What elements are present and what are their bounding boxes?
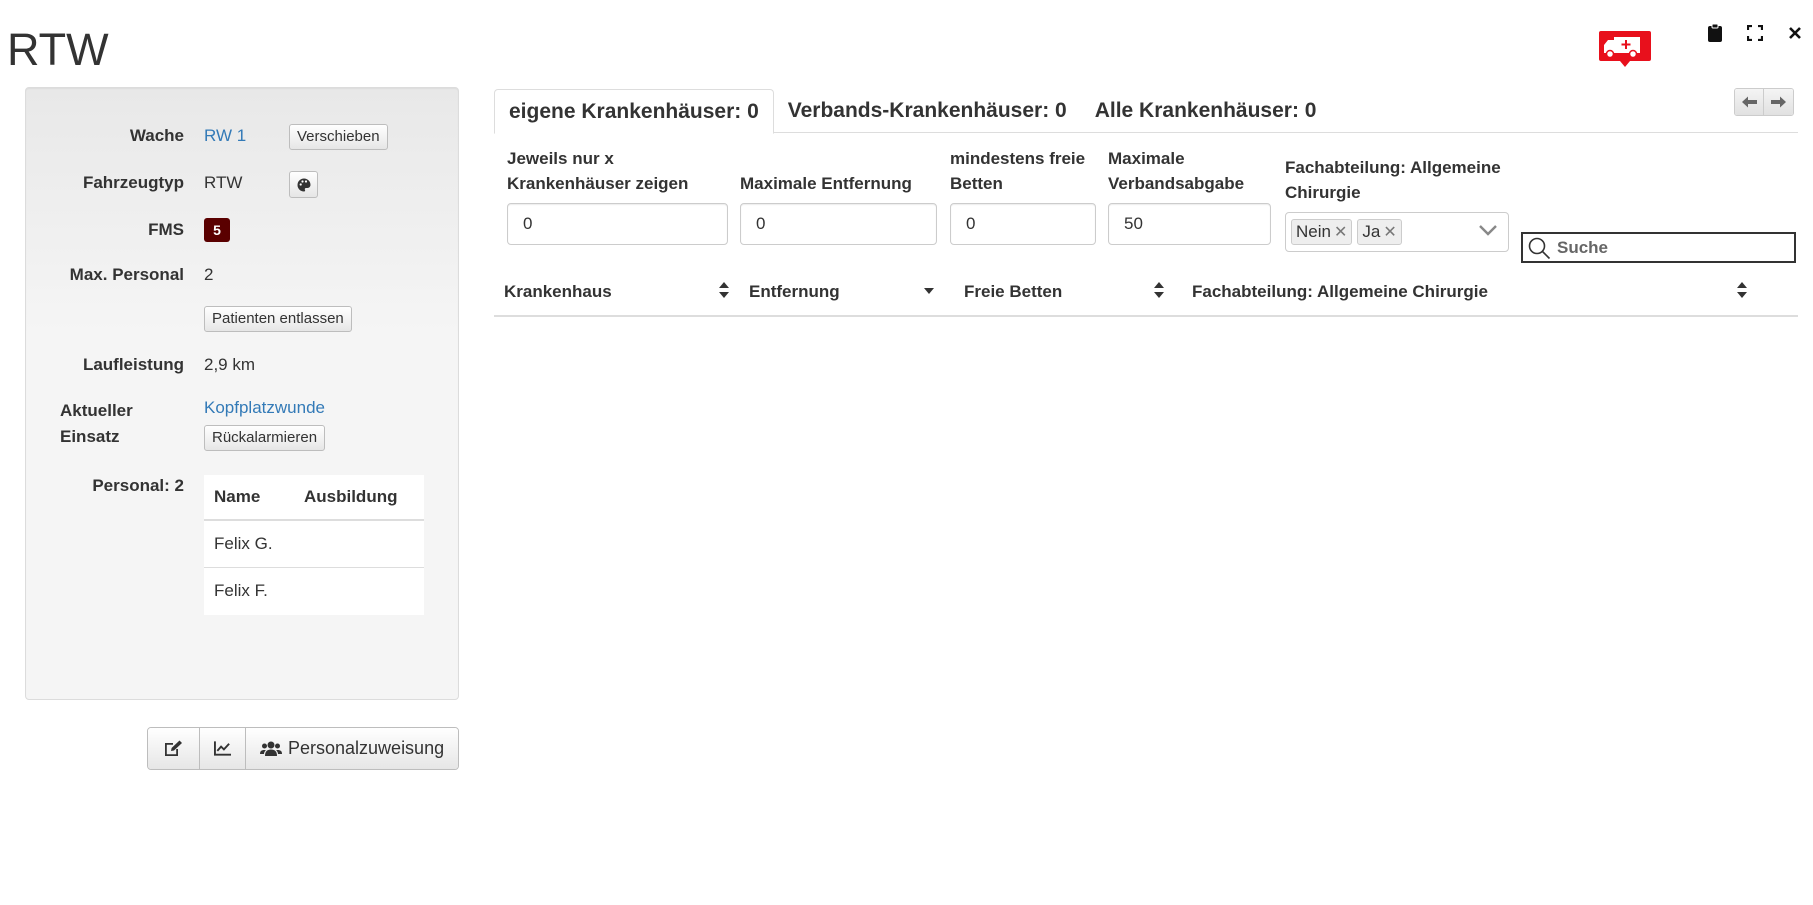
limit-filter: Jeweils nur x Krankenhäuser zeigen [507, 146, 728, 245]
users-icon [260, 741, 282, 756]
beds-filter: mindestens freie Betten [950, 146, 1096, 245]
crew-training [293, 567, 424, 615]
table-row: Felix G. [204, 519, 424, 568]
fms-status-badge: 5 [204, 218, 230, 242]
prev-next-arrows [1734, 88, 1794, 116]
search-field [1521, 232, 1796, 263]
tab-alliance-hospitals[interactable]: Verbands-Krankenhäuser: 0 [774, 89, 1081, 132]
remove-chip-icon[interactable]: ✕ [1334, 222, 1347, 242]
stats-button[interactable] [200, 728, 246, 769]
chip-nein: Nein ✕ [1291, 219, 1353, 245]
limit-input[interactable] [507, 203, 728, 245]
fee-filter: Maximale Verbandsabgabe [1108, 146, 1271, 245]
column-hospital[interactable]: Krankenhaus [494, 273, 739, 317]
tab-own-hospitals[interactable]: eigene Krankenhäuser: 0 [494, 89, 774, 134]
fee-input[interactable] [1108, 203, 1271, 245]
tab-all-hospitals[interactable]: Alle Krankenhäuser: 0 [1081, 89, 1331, 132]
max-personal-label: Max. Personal [69, 265, 184, 284]
hospital-tabs: eigene Krankenhäuser: 0 Verbands-Kranken… [494, 89, 1798, 134]
fullscreen-icon[interactable] [1735, 20, 1775, 46]
vehicle-type-label: Fahrzeugtyp [82, 173, 184, 192]
mission-link[interactable]: Kopfplatzwunde [204, 398, 325, 418]
distance-label: Maximale Entfernung [740, 174, 912, 193]
crew-header-training: Ausbildung [293, 475, 424, 521]
mission-label: Aktueller Einsatz [60, 401, 133, 446]
crew-label: Personal: 2 [92, 476, 184, 495]
crew-name: Felix F. [204, 567, 294, 615]
palette-icon[interactable] [289, 171, 318, 198]
department-select[interactable]: Nein ✕ Ja ✕ [1285, 212, 1509, 252]
sort-desc-icon [924, 288, 934, 294]
search-input[interactable] [1555, 236, 1785, 259]
remove-chip-icon[interactable]: ✕ [1383, 222, 1396, 242]
vehicle-type-value: RTW [204, 173, 243, 192]
distance-filter: Maximale Entfernung [740, 146, 937, 245]
clipboard-icon[interactable] [1695, 20, 1735, 46]
move-button[interactable]: Verschieben [289, 124, 388, 150]
staffing-label: Personalzuweisung [288, 738, 445, 758]
department-label: Fachabteilung: Allgemeine Chirurgie [1285, 158, 1501, 202]
wache-label: Wache [129, 126, 184, 145]
arrow-right-icon[interactable] [1764, 89, 1793, 115]
fee-label: Maximale Verbandsabgabe [1108, 149, 1245, 193]
vehicle-actions: Personalzuweisung [147, 727, 460, 770]
max-personal-value: 2 [204, 265, 214, 284]
line-chart-icon [214, 741, 231, 756]
chevron-down-icon[interactable] [1478, 223, 1498, 237]
arrow-left-icon[interactable] [1735, 89, 1764, 115]
table-row: Felix F. [204, 567, 424, 615]
column-free-beds[interactable]: Freie Betten [954, 273, 1182, 317]
close-icon[interactable] [1775, 20, 1813, 46]
staffing-button[interactable]: Personalzuweisung [246, 728, 459, 769]
edit-icon [165, 740, 182, 756]
column-distance[interactable]: Entfernung [739, 273, 954, 317]
sort-icon [1154, 282, 1164, 298]
crew-table: Name Ausbildung Felix G. Felix F. [204, 475, 424, 615]
sort-icon [1737, 282, 1747, 298]
fms-label: FMS [148, 220, 184, 239]
vehicle-info-panel: Wache RW 1 Verschieben Fahrzeugtyp RTW F… [25, 87, 459, 700]
ambulance-marker-icon [1599, 31, 1651, 67]
distance-input[interactable] [740, 203, 937, 245]
sort-icon [719, 282, 729, 298]
mileage-label: Laufleistung [82, 355, 184, 374]
beds-input[interactable] [950, 203, 1096, 245]
mileage-value: 2,9 km [204, 355, 256, 374]
crew-name: Felix G. [204, 519, 294, 568]
beds-label: mindestens freie Betten [950, 149, 1086, 193]
page-title: RTW [7, 24, 109, 75]
recall-button[interactable]: Rückalarmieren [204, 425, 326, 451]
edit-button[interactable] [148, 728, 200, 769]
crew-header-name: Name [204, 475, 294, 521]
column-department[interactable]: Fachabteilung: Allgemeine Chirurgie [1182, 273, 1762, 317]
release-patients-button[interactable]: Patienten entlassen [204, 306, 352, 332]
wache-link[interactable]: RW 1 [204, 126, 246, 146]
chip-ja: Ja ✕ [1357, 219, 1402, 245]
hospital-table-header: Krankenhaus Entfernung Freie Betten Fach… [494, 273, 1798, 317]
department-filter: Fachabteilung: Allgemeine Chirurgie [1285, 155, 1501, 205]
crew-training [293, 519, 424, 568]
search-icon [1528, 237, 1551, 259]
limit-label: Jeweils nur x Krankenhäuser zeigen [507, 149, 689, 193]
